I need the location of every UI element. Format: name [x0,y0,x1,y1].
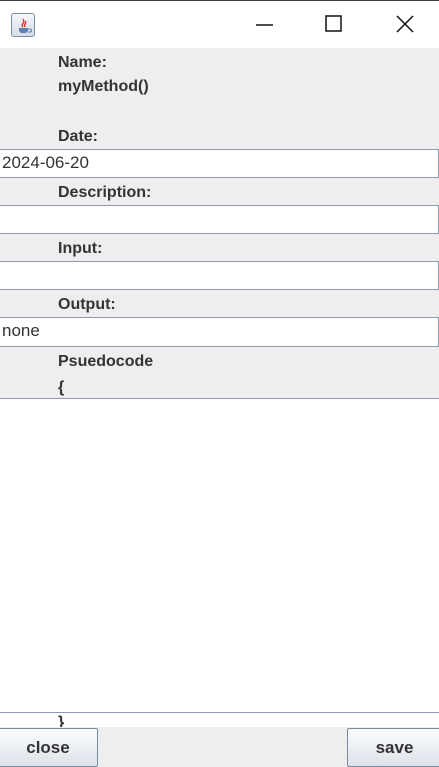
pseudocode-open-brace: { [58,379,65,396]
description-field[interactable] [0,205,439,234]
maximize-icon [325,15,342,32]
button-bar: close save [0,727,439,767]
minimize-button[interactable] [228,1,300,47]
minimize-icon [256,24,273,26]
pseudocode-divider [0,712,439,714]
input-field[interactable] [0,261,439,290]
output-label: Output: [58,296,116,313]
pseudocode-label: Psuedocode [58,353,154,370]
input-label: Input: [58,240,103,257]
name-label: Name: [58,54,107,71]
output-section: Output: [0,290,439,318]
input-section: Input: [0,234,439,262]
maximize-button[interactable] [298,1,370,47]
save-button[interactable]: save [347,728,439,767]
pseudocode-textarea[interactable] [0,398,439,716]
date-field[interactable]: 2024-06-20 [0,149,439,178]
description-label: Description: [58,184,152,201]
pseudocode-close-brace: } [58,714,65,728]
close-button[interactable]: close [0,728,98,767]
close-window-button[interactable] [369,1,439,47]
description-section: Description: [0,178,439,206]
output-field[interactable]: none [0,317,439,347]
pseudocode-section: Psuedocode { [0,347,439,398]
close-icon [396,15,414,33]
name-value: myMethod() [58,78,149,95]
java-cup-icon[interactable] [11,13,35,37]
title-bar [0,0,439,48]
name-section: Name: myMethod() Date: [0,48,439,149]
date-label: Date: [58,128,99,145]
